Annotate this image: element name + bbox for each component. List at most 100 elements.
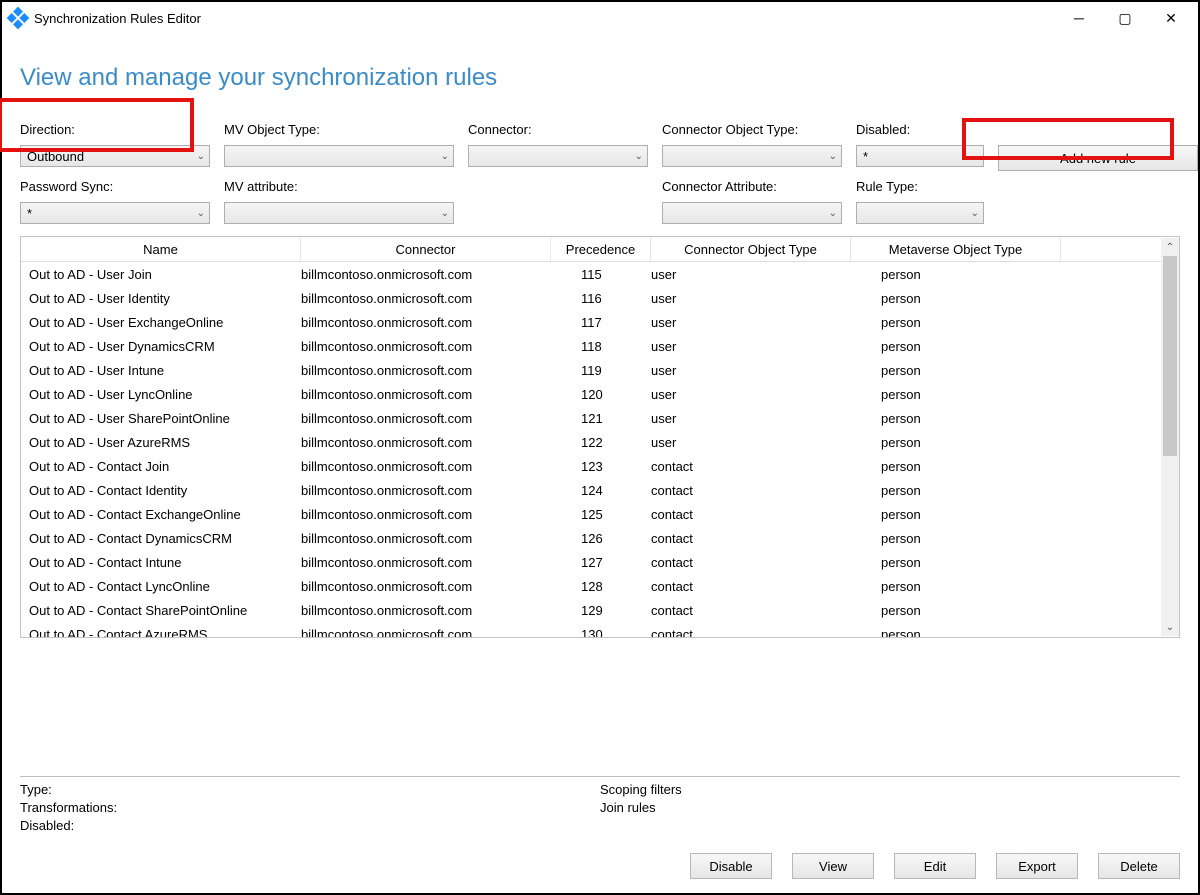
cell-metaverse-object-type: person xyxy=(851,459,1061,474)
page-title: View and manage your synchronization rul… xyxy=(2,34,1198,122)
cell-name: Out to AD - User Join xyxy=(21,267,301,282)
table-row[interactable]: Out to AD - Contact ExchangeOnlinebillmc… xyxy=(21,502,1179,526)
cell-connector: billmcontoso.onmicrosoft.com xyxy=(301,555,551,570)
cell-precedence: 124 xyxy=(551,483,651,498)
col-precedence[interactable]: Precedence xyxy=(551,237,651,261)
mv-object-type-dropdown[interactable]: ⌄ xyxy=(224,145,454,167)
cell-name: Out to AD - Contact SharePointOnline xyxy=(21,603,301,618)
cell-connector-object-type: contact xyxy=(651,483,851,498)
cell-connector-object-type: user xyxy=(651,315,851,330)
table-row[interactable]: Out to AD - Contact LyncOnlinebillmconto… xyxy=(21,574,1179,598)
cell-metaverse-object-type: person xyxy=(851,627,1061,638)
table-row[interactable]: Out to AD - User Identitybillmcontoso.on… xyxy=(21,286,1179,310)
cell-metaverse-object-type: person xyxy=(851,315,1061,330)
cell-connector: billmcontoso.onmicrosoft.com xyxy=(301,507,551,522)
label-rule-type: Rule Type: xyxy=(856,179,984,194)
label-direction: Direction: xyxy=(20,122,210,137)
connector-attribute-dropdown[interactable]: ⌄ xyxy=(662,202,842,224)
table-row[interactable]: Out to AD - Contact Joinbillmcontoso.onm… xyxy=(21,454,1179,478)
export-button[interactable]: Export xyxy=(996,853,1078,879)
direction-value: Outbound xyxy=(27,149,84,164)
detail-disabled: Disabled: xyxy=(20,817,600,835)
direction-dropdown[interactable]: Outbound ⌄ xyxy=(20,145,210,167)
app-icon xyxy=(7,7,30,30)
mv-attribute-dropdown[interactable]: ⌄ xyxy=(224,202,454,224)
close-button[interactable]: ✕ xyxy=(1148,3,1194,33)
scroll-down-icon[interactable]: ⌄ xyxy=(1161,618,1179,636)
cell-precedence: 116 xyxy=(551,291,651,306)
window-title: Synchronization Rules Editor xyxy=(34,11,201,26)
add-new-rule-button[interactable]: Add new rule xyxy=(998,145,1198,171)
disabled-value: * xyxy=(863,149,868,164)
table-row[interactable]: Out to AD - User LyncOnlinebillmcontoso.… xyxy=(21,382,1179,406)
cell-metaverse-object-type: person xyxy=(851,387,1061,402)
cell-precedence: 127 xyxy=(551,555,651,570)
table-row[interactable]: Out to AD - User AzureRMSbillmcontoso.on… xyxy=(21,430,1179,454)
details-panel: Type: Transformations: Disabled: Scoping… xyxy=(20,776,1180,835)
cell-connector: billmcontoso.onmicrosoft.com xyxy=(301,603,551,618)
chevron-down-icon: ⌄ xyxy=(441,208,449,219)
table-row[interactable]: Out to AD - Contact SharePointOnlinebill… xyxy=(21,598,1179,622)
chevron-down-icon: ⌄ xyxy=(829,208,837,219)
cell-metaverse-object-type: person xyxy=(851,339,1061,354)
cell-metaverse-object-type: person xyxy=(851,531,1061,546)
table-row[interactable]: Out to AD - User Intunebillmcontoso.onmi… xyxy=(21,358,1179,382)
cell-name: Out to AD - Contact AzureRMS xyxy=(21,627,301,638)
connector-dropdown[interactable]: ⌄ xyxy=(468,145,648,167)
cell-connector-object-type: contact xyxy=(651,603,851,618)
cell-name: Out to AD - User SharePointOnline xyxy=(21,411,301,426)
password-sync-dropdown[interactable]: * ⌄ xyxy=(20,202,210,224)
cell-name: Out to AD - User DynamicsCRM xyxy=(21,339,301,354)
label-connector: Connector: xyxy=(468,122,648,137)
col-metaverse-object-type[interactable]: Metaverse Object Type xyxy=(851,237,1061,261)
view-button[interactable]: View xyxy=(792,853,874,879)
cell-name: Out to AD - User AzureRMS xyxy=(21,435,301,450)
scroll-up-icon[interactable]: ⌃ xyxy=(1161,238,1179,256)
col-connector[interactable]: Connector xyxy=(301,237,551,261)
edit-button[interactable]: Edit xyxy=(894,853,976,879)
cell-connector: billmcontoso.onmicrosoft.com xyxy=(301,411,551,426)
scroll-thumb[interactable] xyxy=(1163,256,1177,456)
rule-type-dropdown[interactable]: ⌄ xyxy=(856,202,984,224)
label-connector-object-type: Connector Object Type: xyxy=(662,122,842,137)
cell-connector: billmcontoso.onmicrosoft.com xyxy=(301,579,551,594)
detail-scoping-filters: Scoping filters xyxy=(600,781,1180,799)
table-row[interactable]: Out to AD - User ExchangeOnlinebillmcont… xyxy=(21,310,1179,334)
cell-connector: billmcontoso.onmicrosoft.com xyxy=(301,459,551,474)
detail-type: Type: xyxy=(20,781,600,799)
cell-metaverse-object-type: person xyxy=(851,603,1061,618)
table-row[interactable]: Out to AD - Contact Identitybillmcontoso… xyxy=(21,478,1179,502)
cell-name: Out to AD - User Identity xyxy=(21,291,301,306)
maximize-button[interactable]: ▢ xyxy=(1102,3,1148,33)
cell-connector-object-type: user xyxy=(651,363,851,378)
table-row[interactable]: Out to AD - Contact AzureRMSbillmcontoso… xyxy=(21,622,1179,637)
delete-button[interactable]: Delete xyxy=(1098,853,1180,879)
cell-connector: billmcontoso.onmicrosoft.com xyxy=(301,315,551,330)
chevron-down-icon: ⌄ xyxy=(971,208,979,219)
label-connector-attribute: Connector Attribute: xyxy=(662,179,842,194)
minimize-button[interactable]: ─ xyxy=(1056,3,1102,33)
cell-precedence: 128 xyxy=(551,579,651,594)
cell-connector-object-type: contact xyxy=(651,555,851,570)
cell-connector: billmcontoso.onmicrosoft.com xyxy=(301,483,551,498)
table-row[interactable]: Out to AD - User DynamicsCRMbillmcontoso… xyxy=(21,334,1179,358)
label-mv-object-type: MV Object Type: xyxy=(224,122,454,137)
disable-button[interactable]: Disable xyxy=(690,853,772,879)
col-name[interactable]: Name xyxy=(21,237,301,261)
cell-metaverse-object-type: person xyxy=(851,507,1061,522)
cell-precedence: 118 xyxy=(551,339,651,354)
cell-connector-object-type: contact xyxy=(651,627,851,638)
table-row[interactable]: Out to AD - User SharePointOnlinebillmco… xyxy=(21,406,1179,430)
disabled-dropdown[interactable]: * ⌄ xyxy=(856,145,984,167)
col-connector-object-type[interactable]: Connector Object Type xyxy=(651,237,851,261)
vertical-scrollbar[interactable]: ⌃ ⌄ xyxy=(1161,238,1179,636)
cell-precedence: 121 xyxy=(551,411,651,426)
table-row[interactable]: Out to AD - Contact Intunebillmcontoso.o… xyxy=(21,550,1179,574)
connector-object-type-dropdown[interactable]: ⌄ xyxy=(662,145,842,167)
table-row[interactable]: Out to AD - User Joinbillmcontoso.onmicr… xyxy=(21,262,1179,286)
detail-transformations: Transformations: xyxy=(20,799,600,817)
cell-precedence: 130 xyxy=(551,627,651,638)
label-password-sync: Password Sync: xyxy=(20,179,210,194)
cell-precedence: 129 xyxy=(551,603,651,618)
table-row[interactable]: Out to AD - Contact DynamicsCRMbillmcont… xyxy=(21,526,1179,550)
